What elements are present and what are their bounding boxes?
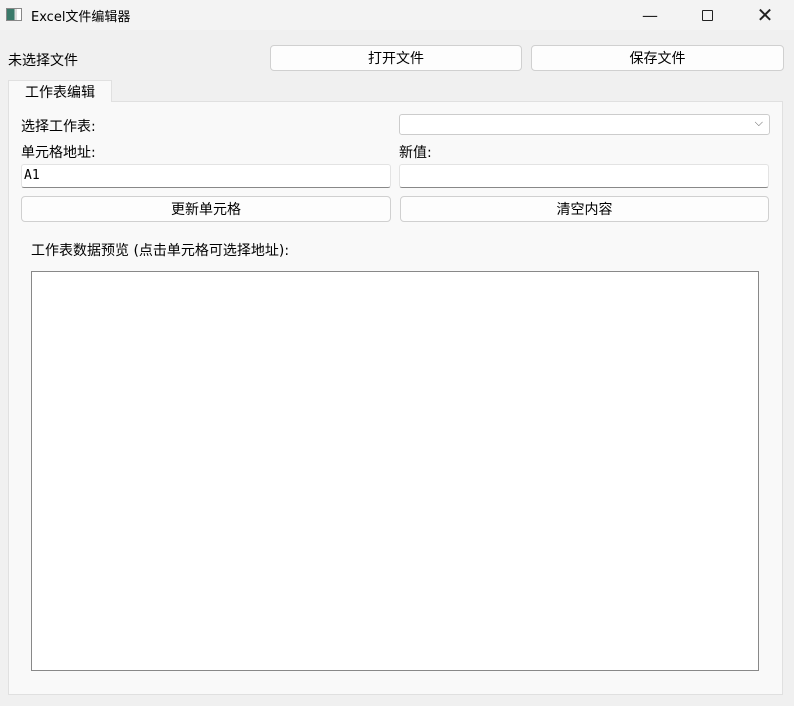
sheet-select[interactable]: ⌵ [399,114,770,135]
save-file-button[interactable]: 保存文件 [531,45,784,71]
chevron-down-icon: ⌵ [754,116,763,129]
sheet-preview-table[interactable] [31,271,759,671]
tab-sheet-edit[interactable]: 工作表编辑 [8,80,112,102]
new-value-input[interactable] [399,164,769,188]
open-file-button[interactable]: 打开文件 [270,45,522,71]
minimize-button[interactable]: — [627,0,673,30]
sheet-select-label: 选择工作表: [21,119,96,135]
preview-label: 工作表数据预览 (点击单元格可选择地址): [31,243,290,259]
cell-address-label: 单元格地址: [21,145,96,161]
file-status-label: 未选择文件 [8,53,78,69]
cell-address-input[interactable]: A1 [21,164,391,188]
app-icon [6,8,22,21]
close-button[interactable]: ✕ [742,0,788,30]
clear-content-button[interactable]: 清空内容 [400,196,769,222]
maximize-button[interactable] [684,0,730,30]
new-value-label: 新值: [399,145,432,161]
maximize-icon [701,9,713,21]
update-cell-button[interactable]: 更新单元格 [21,196,391,222]
window-title: Excel文件编辑器 [31,10,131,25]
